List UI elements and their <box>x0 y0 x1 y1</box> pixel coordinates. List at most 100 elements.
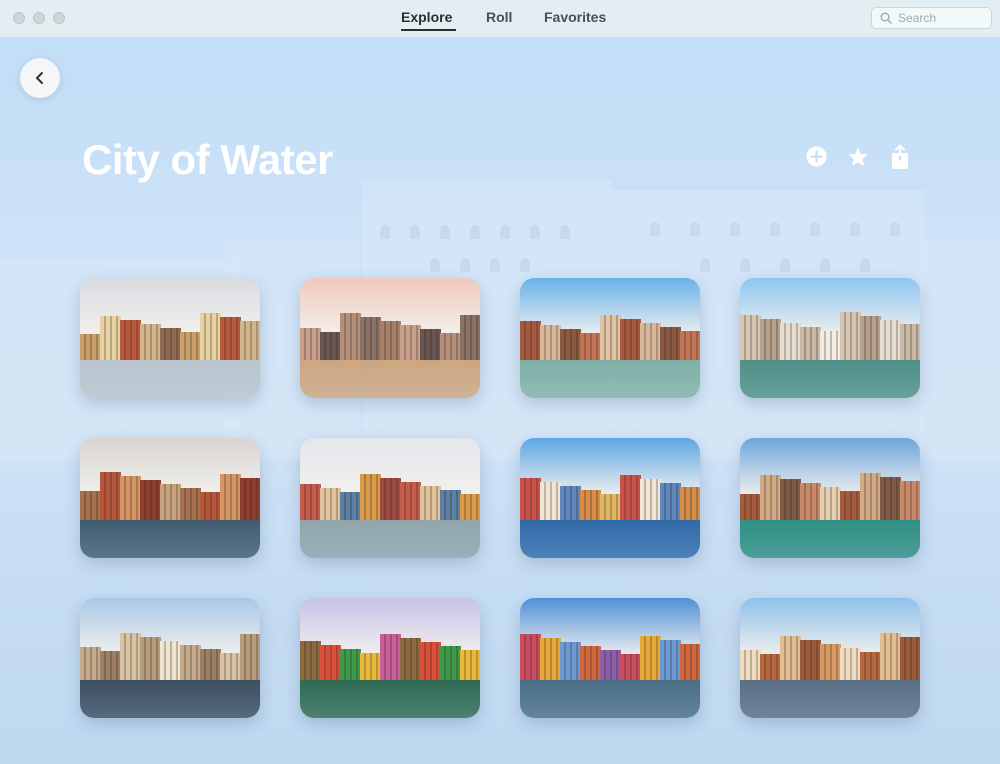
photo-building <box>120 319 141 362</box>
photo-building <box>660 326 681 362</box>
minimize-window-button[interactable] <box>33 12 45 24</box>
photo-building <box>740 650 761 682</box>
page-title: City of Water <box>82 136 333 183</box>
tab-favorites[interactable]: Favorites <box>544 9 606 25</box>
photo-building <box>240 477 260 522</box>
photo-building <box>140 480 161 522</box>
photo-building <box>160 484 181 522</box>
photo-water <box>740 519 920 558</box>
photo-building <box>180 331 201 362</box>
photo-card-narrow-canal-boats[interactable] <box>80 438 260 558</box>
photo-building <box>780 322 801 362</box>
photo-building <box>640 479 661 522</box>
photo-building <box>220 473 241 522</box>
photo-building <box>420 485 441 522</box>
photo-building <box>800 639 821 682</box>
photo-building <box>740 314 761 362</box>
tab-roll[interactable]: Roll <box>486 9 512 25</box>
photo-card-harbor-sailboats[interactable] <box>520 438 700 558</box>
search-icon <box>880 12 892 24</box>
zoom-window-button[interactable] <box>53 12 65 24</box>
photo-building <box>840 647 861 682</box>
photo-building <box>680 487 700 522</box>
close-window-button[interactable] <box>13 12 25 24</box>
photo-buildings <box>300 632 480 682</box>
back-button[interactable] <box>20 58 60 98</box>
photo-building <box>900 324 920 362</box>
photo-building <box>200 313 221 362</box>
photo-buildings <box>740 632 920 682</box>
photo-building <box>800 326 821 362</box>
photo-building <box>880 320 901 362</box>
photo-card-burano-bright-houses[interactable] <box>300 598 480 718</box>
photo-building <box>520 477 541 522</box>
photo-building <box>900 637 920 682</box>
photo-building <box>360 473 381 522</box>
photo-building <box>400 325 421 362</box>
photo-building <box>180 644 201 682</box>
active-tab-indicator <box>401 29 456 31</box>
add-button[interactable] <box>806 146 827 172</box>
photo-building <box>340 648 361 682</box>
photo-building <box>360 317 381 362</box>
photo-building <box>660 639 681 682</box>
photo-card-colorful-canal-cloudy[interactable] <box>300 438 480 558</box>
photo-building <box>160 327 181 362</box>
photo-card-canal-poles-palaces[interactable] <box>740 278 920 398</box>
photo-building <box>80 490 101 522</box>
photo-card-grand-canal-day[interactable] <box>520 278 700 398</box>
photo-building <box>440 333 461 362</box>
photo-building <box>420 329 441 362</box>
photo-card-green-canal-aerial[interactable] <box>740 438 920 558</box>
photo-building <box>120 476 141 522</box>
photo-buildings <box>300 312 480 362</box>
photo-building <box>440 489 461 522</box>
photo-water <box>300 359 480 398</box>
photo-card-burano-curved-canal[interactable] <box>520 598 700 718</box>
search-box[interactable] <box>871 7 992 29</box>
photo-building <box>180 488 201 522</box>
photo-buildings <box>300 472 480 522</box>
tab-explore[interactable]: Explore <box>401 9 452 25</box>
photo-building <box>580 333 601 362</box>
photo-card-reflection-canal[interactable] <box>80 598 260 718</box>
photo-card-river-bridge-sunset[interactable] <box>300 278 480 398</box>
photo-building <box>400 481 421 522</box>
photo-building <box>120 632 141 682</box>
photo-building <box>300 327 321 362</box>
photo-building <box>640 635 661 682</box>
search-input[interactable] <box>896 10 990 26</box>
photo-water <box>740 359 920 398</box>
photo-buildings <box>80 472 260 522</box>
share-button[interactable] <box>891 144 909 175</box>
photo-building <box>680 330 700 362</box>
photo-building <box>740 493 761 522</box>
plus-circle-icon <box>806 146 827 167</box>
photo-building <box>80 334 101 362</box>
photo-building <box>840 491 861 522</box>
photo-building <box>800 483 821 522</box>
photo-building <box>460 493 480 522</box>
photo-card-venetian-arches-gondolas[interactable] <box>740 598 920 718</box>
star-icon <box>848 147 868 166</box>
photo-building <box>140 323 161 362</box>
photo-building <box>780 479 801 522</box>
photo-building <box>320 644 341 682</box>
photo-building <box>760 318 781 362</box>
favorite-button[interactable] <box>847 146 869 173</box>
photo-building <box>760 475 781 522</box>
photo-building <box>100 472 121 522</box>
photo-grid <box>80 278 920 718</box>
photo-water <box>300 679 480 718</box>
photo-card-stockholm-waterfront[interactable] <box>80 278 260 398</box>
photo-building <box>340 313 361 362</box>
photo-building <box>200 492 221 522</box>
photo-building <box>520 634 541 682</box>
photo-buildings <box>520 312 700 362</box>
photo-water <box>520 519 700 558</box>
photo-buildings <box>740 312 920 362</box>
photo-building <box>680 643 700 682</box>
photo-building <box>540 325 561 362</box>
photo-buildings <box>520 632 700 682</box>
photo-building <box>220 317 241 362</box>
